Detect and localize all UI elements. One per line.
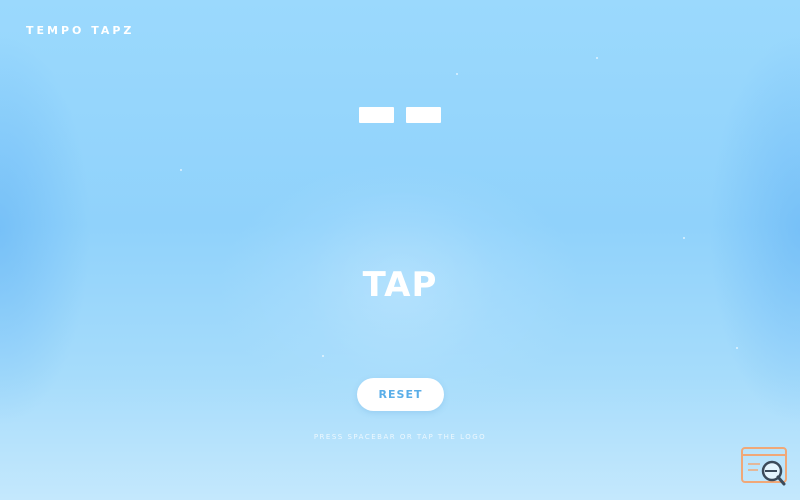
brand-title: TEMPO TAPZ xyxy=(26,24,135,37)
sparkle xyxy=(322,355,324,357)
sparkle xyxy=(180,169,182,171)
tempo-display xyxy=(359,107,441,123)
tap-label: TAP xyxy=(362,265,438,305)
sparkle xyxy=(456,73,458,75)
tempo-digit-left xyxy=(359,107,394,123)
instruction-hint: PRESS SPACEBAR OR TAP THE LOGO xyxy=(313,433,487,441)
sparkle xyxy=(683,237,685,239)
search-icon[interactable] xyxy=(740,446,790,488)
tempo-digit-right xyxy=(406,107,441,123)
sparkle xyxy=(736,347,738,349)
reset-button[interactable]: RESET xyxy=(357,378,444,411)
tap-orb[interactable]: TAP xyxy=(300,190,500,380)
sparkle xyxy=(596,57,598,59)
